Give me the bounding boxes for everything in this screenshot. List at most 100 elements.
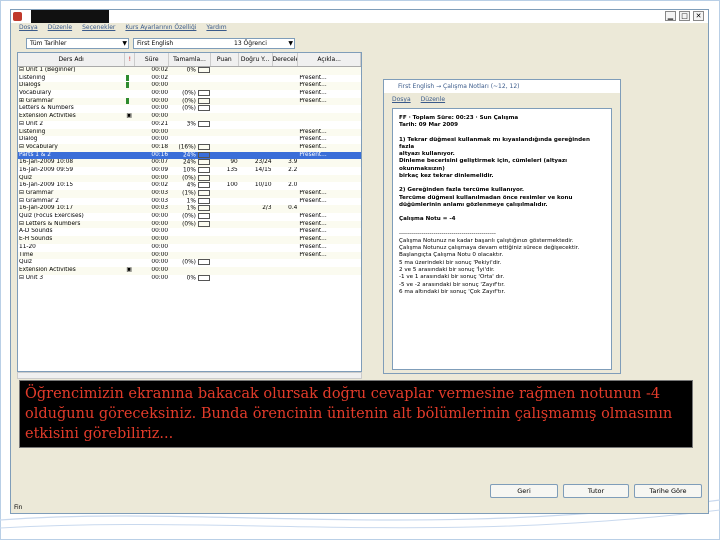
- table-row[interactable]: Dialogs 00:00 Present...: [18, 82, 361, 91]
- table-cell: [298, 113, 361, 121]
- table-row[interactable]: Listening 00:00 Present...: [18, 128, 361, 137]
- table-cell: 00:03: [151, 197, 169, 204]
- table-row[interactable]: ⊟ Unit 1 (Beginner) 00:02 0%: [18, 67, 361, 75]
- back-button[interactable]: Geri: [490, 484, 558, 498]
- table-row[interactable]: 11-20 00:00 Present...: [18, 244, 361, 252]
- table-cell: 00:18: [151, 143, 169, 150]
- table-row[interactable]: A-D Sounds 00:00 Present...: [18, 228, 361, 236]
- table-row[interactable]: Listening 00:02 Present...: [18, 74, 361, 83]
- course-combo[interactable]: First English 13 Öğrenci ▼: [133, 38, 295, 49]
- table-row[interactable]: ⊞ Grammar 00:00 (0%) Present...: [18, 97, 361, 106]
- table-cell: 10%: [169, 166, 211, 175]
- notes-line: [399, 209, 605, 216]
- table-cell: Present...: [299, 213, 327, 220]
- notes-line: 6 ma altındaki bir sonuç 'Çok Zayıf'tır.: [399, 288, 506, 295]
- menu-course-settings[interactable]: Kurs Ayarlarının Özelliği: [125, 23, 196, 33]
- table-cell: [125, 182, 135, 190]
- table-cell: [169, 228, 211, 236]
- col-warning[interactable]: !: [125, 53, 136, 66]
- by-date-button[interactable]: Tarihe Göre: [634, 484, 702, 498]
- table-cell: Present...: [299, 220, 327, 227]
- notes-line: birkaç kez tekrar dinlemelidir.: [399, 173, 494, 180]
- table-cell: 10/10: [254, 182, 272, 189]
- col-score[interactable]: Puan: [211, 53, 239, 66]
- table-cell: [239, 113, 273, 121]
- table-cell: [239, 98, 273, 106]
- table-row[interactable]: Time 00:00 Present...: [18, 251, 361, 260]
- window-title: SK: [23, 12, 31, 19]
- maximize-button[interactable]: □: [679, 11, 690, 21]
- table-cell: Time: [19, 251, 34, 258]
- table-cell: [211, 152, 239, 160]
- table-row[interactable]: Dialog 00:00 Present...: [18, 136, 361, 144]
- table-row[interactable]: 16-Jan-2009 09:59 00:09 10% 135 14/15 2.2: [18, 166, 361, 175]
- title-redaction: [31, 10, 109, 23]
- col-lesson-name[interactable]: Ders Adı: [18, 53, 126, 66]
- table-row[interactable]: E-H Sounds 00:00 Present...: [18, 236, 361, 244]
- col-grade[interactable]: Dereceleme: [273, 53, 299, 66]
- table-row[interactable]: 16-Jan-2009 10:17 00:03 1% 2/3 0.4: [18, 205, 361, 214]
- table-row[interactable]: ⊟ Grammar 2 00:03 1% Present...: [18, 197, 361, 206]
- table-cell: [211, 259, 239, 267]
- notes-line: -5 ve -2 arasındaki bir sonuç 'Zayıf'tır…: [399, 281, 505, 288]
- table-row[interactable]: Extension Activities ▣ 00:00: [18, 113, 361, 121]
- table-cell: [298, 205, 361, 213]
- col-duration[interactable]: Süre: [135, 53, 170, 66]
- table-row[interactable]: ⊟ Unit 2 00:21 3%: [18, 120, 361, 129]
- table-cell: [239, 175, 273, 183]
- table-row[interactable]: Quiz 00:00 (0%): [18, 174, 361, 183]
- dialog-menu-file[interactable]: Dosya: [392, 96, 411, 103]
- table-header: Ders Adı ! Süre Tamamla... Puan Doğru Y.…: [18, 53, 361, 67]
- date-filter-combo[interactable]: Tüm Tarihler ▼: [26, 38, 129, 49]
- table-row[interactable]: Quiz 00:00 (0%): [18, 259, 361, 267]
- table-row[interactable]: Extension Activities ▣ 00:00: [18, 266, 361, 275]
- table-cell: Quiz: [19, 174, 32, 181]
- menu-options[interactable]: Seçenekler: [82, 23, 115, 33]
- table-row[interactable]: Parts 1 & 2 00:16 24% Present...: [18, 151, 361, 160]
- table-cell: ⊟ Letters & Numbers: [19, 220, 81, 227]
- table-cell: 00:00: [151, 113, 169, 120]
- table-cell: [169, 252, 211, 260]
- notes-text-area[interactable]: FF · Toplam Süre: 00:23 · Sun Çalışma Tar…: [392, 108, 612, 370]
- table-cell: [211, 198, 239, 206]
- col-description[interactable]: Açıkla...: [298, 53, 361, 66]
- horizontal-scrollbar[interactable]: [17, 372, 362, 379]
- table-row[interactable]: 16-Jan-2009 10:15 00:02 4% 100 10/10 2.0: [18, 182, 361, 190]
- table-cell: ⊟ Unit 3: [19, 274, 44, 281]
- table-cell: Dialog: [19, 136, 38, 143]
- table-cell: 0%: [169, 274, 211, 283]
- tutor-button[interactable]: Tutor: [563, 484, 629, 498]
- col-completion[interactable]: Tamamla...: [169, 53, 211, 66]
- table-row[interactable]: ⊟ Vocabulary 00:18 (16%) Present...: [18, 143, 361, 152]
- table-row[interactable]: ⊟ Letters & Numbers 00:00 (0%) Present...: [18, 220, 361, 229]
- table-cell: [211, 144, 239, 152]
- col-correct[interactable]: Doğru Y...: [239, 53, 273, 66]
- table-cell: (0%): [169, 97, 211, 106]
- course-tree-table[interactable]: Ders Adı ! Süre Tamamla... Puan Doğru Y.…: [17, 52, 362, 372]
- table-row[interactable]: Vocabulary 00:00 (0%) Present...: [18, 90, 361, 98]
- menu-help[interactable]: Yardım: [206, 23, 226, 33]
- close-button[interactable]: ✕: [693, 11, 704, 21]
- table-cell: Dialogs: [19, 82, 41, 89]
- table-cell: [298, 121, 361, 129]
- table-row[interactable]: Quiz (Focus Exercises) 00:00 (0%) Present..…: [18, 213, 361, 221]
- notes-line: Tercüme düğmesi kullanılmadan önce resim…: [399, 194, 573, 201]
- table-row[interactable]: ⊟ Unit 3 00:00 0%: [18, 274, 361, 283]
- dialog-menu-edit[interactable]: Düzenle: [421, 96, 445, 103]
- table-cell: [211, 105, 239, 113]
- table-row[interactable]: 16-Jan-2009 10:08 00:07 24% 90 23/24 3.9: [18, 159, 361, 167]
- table-body: ⊟ Unit 1 (Beginner) 00:02 0% Listening 00:0…: [18, 67, 361, 282]
- completed-icon: [126, 97, 130, 104]
- table-cell: [239, 105, 273, 113]
- table-cell: [125, 74, 135, 83]
- table-row[interactable]: Letters & Numbers 00:00 (0%): [18, 105, 361, 113]
- table-cell: Letters & Numbers: [19, 105, 74, 112]
- menu-file[interactable]: Dosya: [19, 23, 38, 33]
- table-cell: ⊟ Grammar: [19, 190, 54, 196]
- table-row[interactable]: ⊟ Grammar 00:03 (1%) Present...: [18, 190, 361, 198]
- table-cell: [211, 236, 239, 244]
- minimize-button[interactable]: ▁: [665, 11, 676, 21]
- menu-edit[interactable]: Düzenle: [48, 23, 72, 33]
- table-cell: [273, 198, 299, 206]
- table-cell: [211, 252, 239, 260]
